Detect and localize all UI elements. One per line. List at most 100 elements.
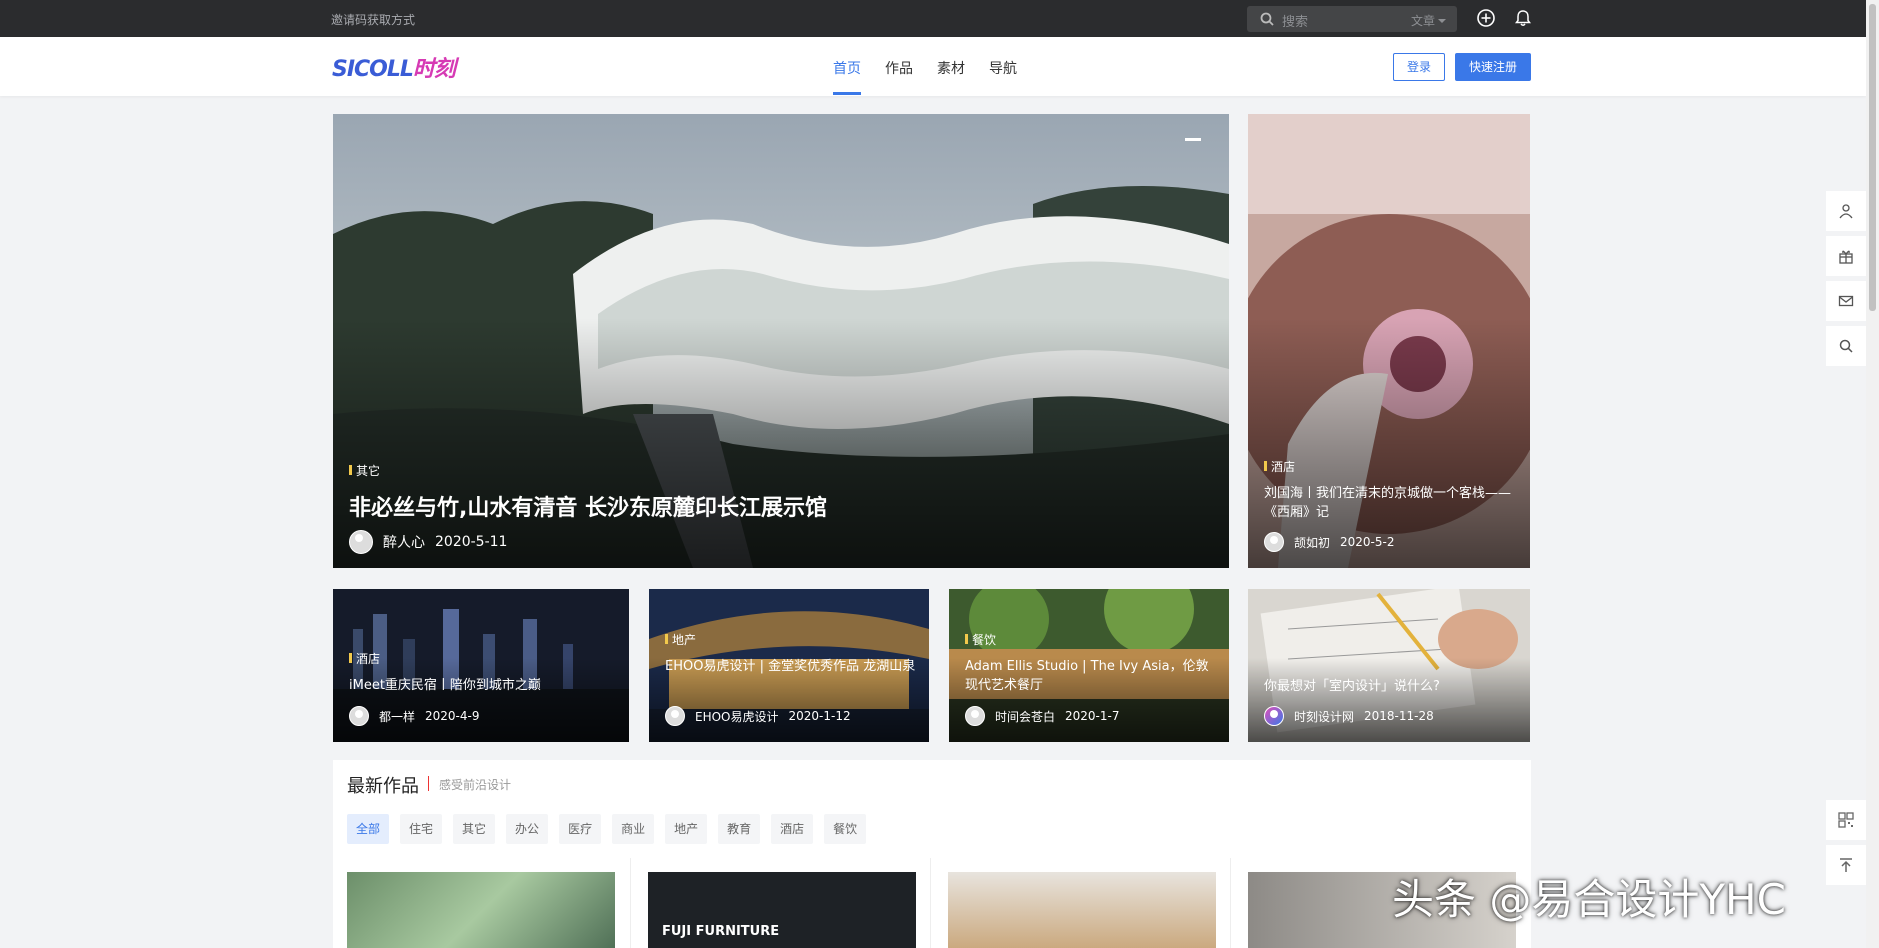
nav-active-indicator	[833, 92, 861, 95]
card-1-meta: 都一样 2020-4-9	[349, 706, 479, 726]
hero-side-tag[interactable]: 酒店	[1264, 458, 1295, 475]
logo-cn: 时刻	[412, 57, 456, 82]
login-button[interactable]: 登录	[1393, 53, 1445, 81]
card-3-meta: 时间会苍白 2020-1-7	[965, 706, 1119, 726]
search-input[interactable]: 搜索	[1282, 11, 1308, 30]
card-3-title[interactable]: Adam Ellis Studio | The Ivy Asia，伦敦现代艺术餐…	[965, 657, 1220, 695]
grid-divider	[1230, 858, 1231, 948]
card-2-tag[interactable]: 地产	[665, 631, 696, 648]
avatar[interactable]	[965, 706, 985, 726]
search-icon	[1839, 339, 1853, 353]
card-2-title[interactable]: EHOO易虎设计 | 金堂奖优秀作品 龙湖山泉	[665, 657, 920, 676]
search-type-select[interactable]: 文章	[1411, 12, 1447, 29]
invite-code-link[interactable]: 邀请码获取方式	[331, 11, 415, 28]
qrcode-icon	[1838, 812, 1854, 828]
hero-main-meta: 醉人心 2020-5-11	[349, 530, 507, 554]
bell-icon[interactable]	[1513, 8, 1533, 28]
chevron-down-icon	[1438, 19, 1446, 23]
filter-residential[interactable]: 住宅	[400, 814, 443, 844]
user-icon	[1839, 204, 1853, 219]
card-4-title[interactable]: 你最想对「室内设计」说什么?	[1264, 677, 1519, 696]
filter-other[interactable]: 其它	[453, 814, 496, 844]
work-thumb-3[interactable]	[948, 872, 1216, 948]
filter-education[interactable]: 教育	[718, 814, 761, 844]
slider-indicator[interactable]	[1185, 138, 1201, 141]
card-3-tag[interactable]: 餐饮	[965, 631, 996, 648]
card-4[interactable]: 你最想对「室内设计」说什么? 时刻设计网 2018-11-28	[1248, 589, 1530, 742]
avatar[interactable]	[349, 530, 373, 554]
title-divider	[428, 776, 429, 791]
float-search-button[interactable]	[1826, 326, 1866, 366]
grid-divider	[930, 858, 931, 948]
watermark-text: 头条 @易合设计YHC	[1392, 875, 1786, 924]
card-2[interactable]: 地产 EHOO易虎设计 | 金堂奖优秀作品 龙湖山泉 EHOO易虎设计 2020…	[649, 589, 929, 742]
author-name[interactable]: 醉人心	[383, 532, 425, 552]
hero-side-meta: 颉如初 2020-5-2	[1264, 532, 1394, 552]
author-name[interactable]: EHOO易虎设计	[695, 708, 779, 725]
work-thumb-2[interactable]: FUJI FURNITURE	[648, 872, 916, 948]
main-header: SICOLL时刻 首页 作品 素材 导航 登录 快速注册	[0, 37, 1866, 96]
search-icon	[1260, 12, 1274, 26]
post-date: 2020-4-9	[425, 709, 480, 723]
filter-dining[interactable]: 餐饮	[824, 814, 867, 844]
author-name[interactable]: 颉如初	[1294, 534, 1330, 551]
search-box[interactable]: 搜索 文章	[1247, 6, 1457, 32]
filter-real-estate[interactable]: 地产	[665, 814, 708, 844]
author-name[interactable]: 都一样	[379, 708, 415, 725]
hero-main-tag[interactable]: 其它	[349, 462, 380, 479]
hero-main-card[interactable]: 其它 非必丝与竹,山水有清音 长沙东原麓印长江展示馆 醉人心 2020-5-11	[333, 114, 1229, 568]
logo-latin: SICOLL	[332, 57, 414, 82]
post-date: 2020-5-11	[435, 534, 508, 550]
filter-office[interactable]: 办公	[506, 814, 549, 844]
card-3[interactable]: 餐饮 Adam Ellis Studio | The Ivy Asia，伦敦现代…	[949, 589, 1229, 742]
register-button[interactable]: 快速注册	[1455, 53, 1531, 81]
plus-circle-icon[interactable]	[1476, 8, 1496, 28]
gift-icon	[1839, 250, 1853, 264]
filter-commercial[interactable]: 商业	[612, 814, 655, 844]
hero-side-title[interactable]: 刘国海丨我们在清末的京城做一个客栈——《西厢》记	[1264, 484, 1514, 522]
latest-works-section: 最新作品 感受前沿设计 全部 住宅 其它 办公 医疗 商业 地产 教育 酒店 餐…	[333, 760, 1531, 948]
grid-divider	[630, 858, 631, 948]
float-user-button[interactable]	[1826, 191, 1866, 231]
hero-side-card[interactable]: 酒店 刘国海丨我们在清末的京城做一个客栈——《西厢》记 颉如初 2020-5-2	[1248, 114, 1530, 568]
scrollbar-thumb[interactable]	[1869, 4, 1876, 311]
avatar[interactable]	[665, 706, 685, 726]
filter-medical[interactable]: 医疗	[559, 814, 602, 844]
avatar[interactable]	[1264, 532, 1284, 552]
site-logo[interactable]: SICOLL时刻	[332, 51, 456, 83]
float-qrcode-button[interactable]	[1826, 800, 1866, 840]
float-mail-button[interactable]	[1826, 281, 1866, 321]
post-date: 2018-11-28	[1364, 709, 1434, 723]
card-2-meta: EHOO易虎设计 2020-1-12	[665, 706, 851, 726]
mail-icon	[1838, 295, 1854, 307]
filter-all[interactable]: 全部	[347, 814, 390, 844]
post-date: 2020-1-12	[788, 709, 851, 723]
section-title: 最新作品	[347, 776, 419, 797]
page-scrollbar[interactable]	[1866, 0, 1879, 948]
nav-item-works[interactable]: 作品	[885, 58, 913, 78]
author-name[interactable]: 时刻设计网	[1294, 708, 1354, 725]
top-bar: 邀请码获取方式 搜索 文章	[0, 0, 1866, 37]
thumb-caption: FUJI FURNITURE	[662, 924, 780, 939]
avatar[interactable]	[1264, 706, 1284, 726]
section-subtitle: 感受前沿设计	[439, 778, 512, 792]
card-1-title[interactable]: iMeet重庆民宿丨陪你到城市之巅	[349, 676, 619, 695]
post-date: 2020-5-2	[1340, 535, 1395, 549]
post-date: 2020-1-7	[1065, 709, 1120, 723]
back-to-top-icon	[1840, 858, 1852, 872]
work-thumb-1[interactable]	[347, 872, 615, 948]
card-1-tag[interactable]: 酒店	[349, 650, 380, 667]
nav-item-materials[interactable]: 素材	[937, 58, 965, 78]
nav-item-navigation[interactable]: 导航	[989, 58, 1017, 78]
hero-main-title[interactable]: 非必丝与竹,山水有清音 长沙东原麓印长江展示馆	[349, 490, 827, 522]
avatar[interactable]	[349, 706, 369, 726]
nav-item-home[interactable]: 首页	[833, 58, 861, 78]
author-name[interactable]: 时间会苍白	[995, 708, 1055, 725]
float-back-to-top-button[interactable]	[1826, 845, 1866, 885]
card-4-meta: 时刻设计网 2018-11-28	[1264, 706, 1434, 726]
search-type-label: 文章	[1410, 14, 1435, 28]
card-1[interactable]: 酒店 iMeet重庆民宿丨陪你到城市之巅 都一样 2020-4-9	[333, 589, 629, 742]
float-gift-button[interactable]	[1826, 236, 1866, 276]
filter-hotel[interactable]: 酒店	[771, 814, 814, 844]
category-filters: 全部 住宅 其它 办公 医疗 商业 地产 教育 酒店 餐饮	[347, 814, 877, 844]
